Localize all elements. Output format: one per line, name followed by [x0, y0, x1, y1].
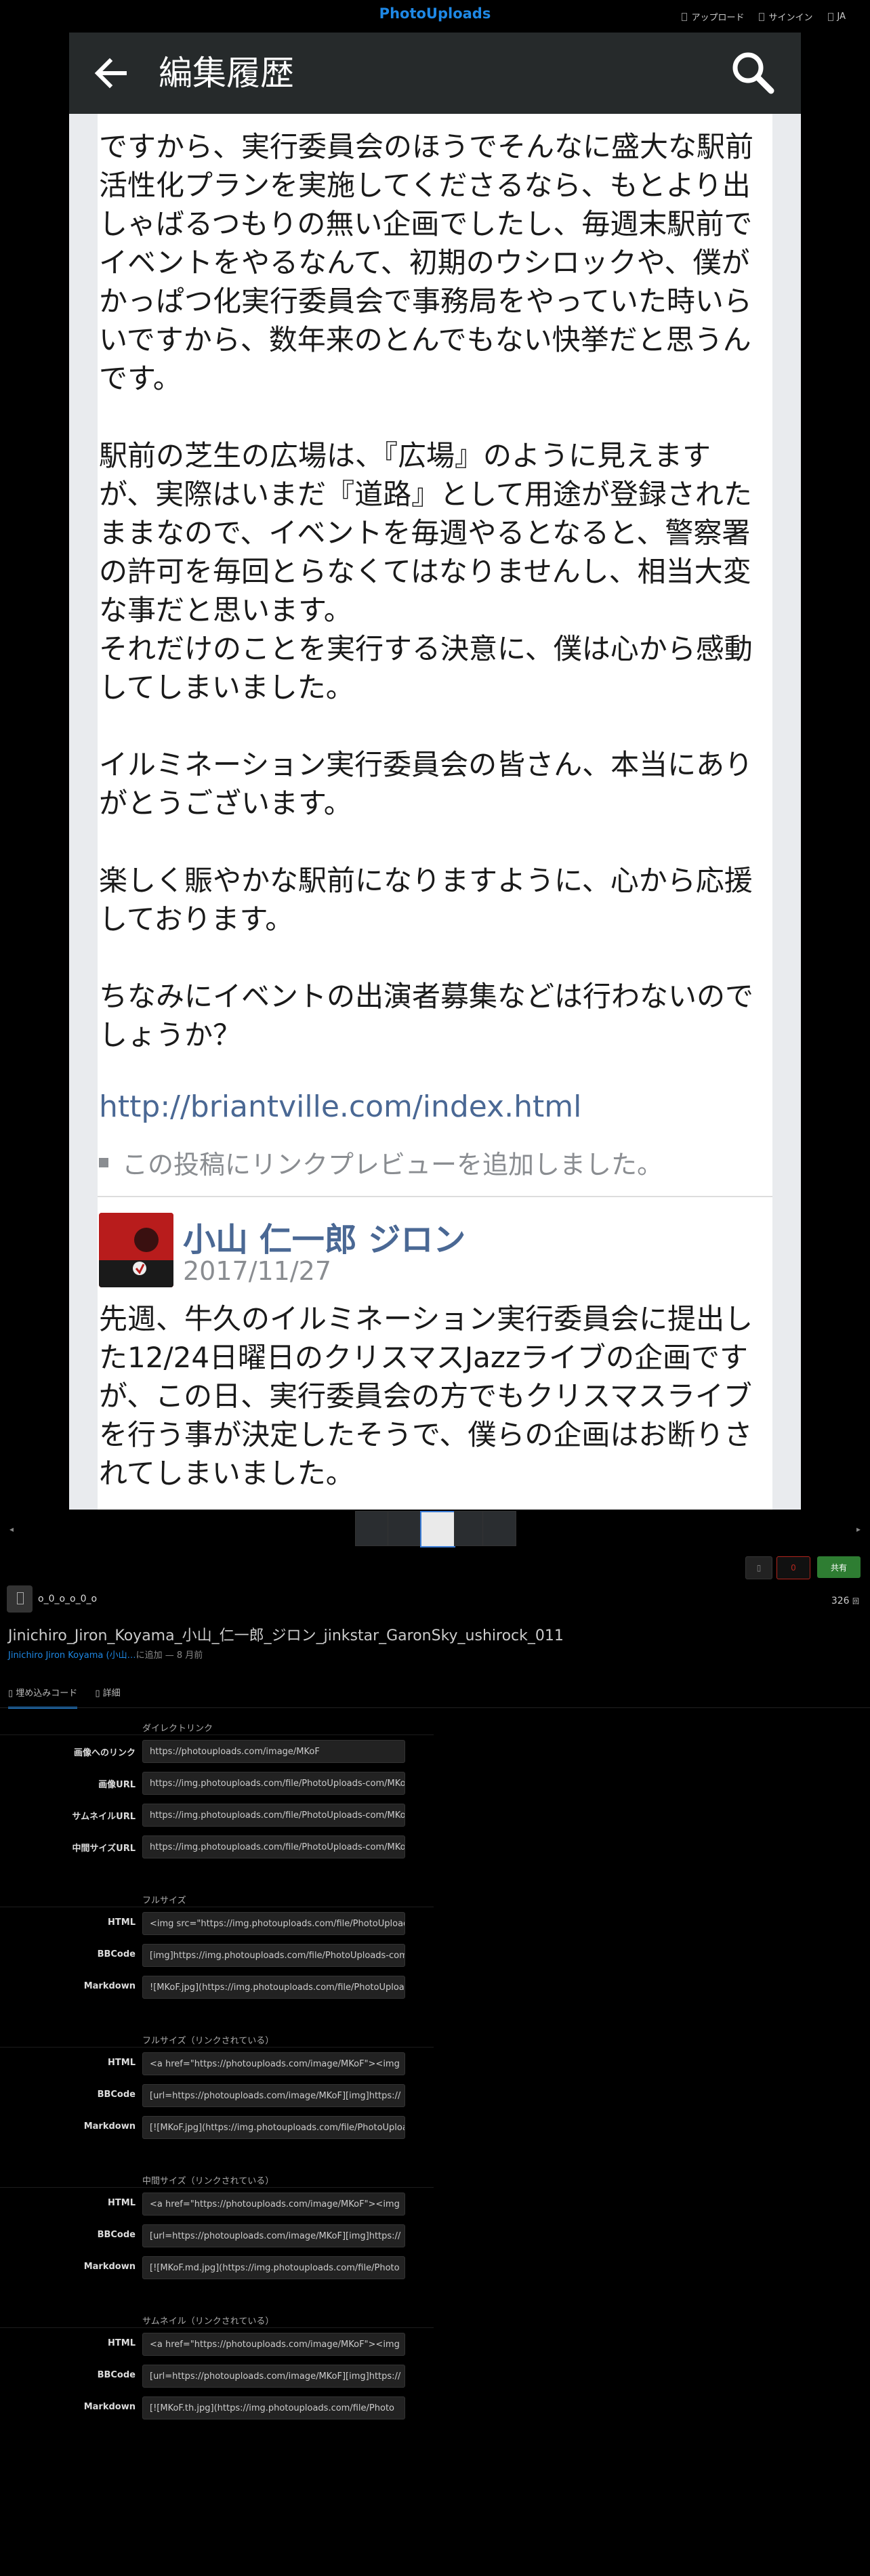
- post-text: ですから、実行委員会のほうでそんなに盛大な駅前活性化プランを実施してくださるなら…: [99, 130, 754, 1052]
- section-divider: [0, 1734, 434, 1735]
- upload-icon: [682, 12, 688, 21]
- embed-code-field[interactable]: [![MKoF.th.jpg](https://img.photouploads…: [142, 2396, 405, 2419]
- app-header: 編集履歴: [69, 33, 801, 114]
- embed-row-label: Markdown: [83, 1981, 136, 1991]
- section-divider: [0, 2047, 434, 2048]
- section-label: フルサイズ: [142, 1896, 186, 1906]
- added-info: Jinichiro Jiron Koyama (小山…に追加 — 8 月前: [8, 1648, 203, 1661]
- embed-code-field[interactable]: [url=https://photouploads.com/image/MKoF…: [142, 2224, 405, 2247]
- section-label: フルサイズ（リンクされている）: [142, 2036, 274, 2046]
- photo-viewer[interactable]: 編集履歴 ですから、実行委員会のほうでそんなに盛大な駅前活性化プランを実施してく…: [69, 33, 801, 1510]
- embed-code-field[interactable]: [url=https://photouploads.com/image/MKoF…: [142, 2084, 405, 2107]
- embed-row-label: HTML: [108, 2338, 136, 2348]
- avatar: [99, 1213, 173, 1287]
- thumbnail[interactable]: [482, 1511, 516, 1546]
- image-title: Jinichiro_Jiron_Koyama_小山_仁一郎_ジロン_jinkst…: [8, 1627, 564, 1644]
- embed-row-label: 画像へのリンク: [73, 1748, 136, 1758]
- search-icon: [732, 52, 774, 94]
- nav-signin[interactable]: サインイン: [759, 10, 813, 23]
- embed-code-field[interactable]: <a href="https://photouploads.com/image/…: [142, 2333, 405, 2356]
- tab-bar: ▯ 埋め込みコード ▯ 詳細: [8, 1683, 121, 1709]
- app-title: 編集履歴: [159, 54, 294, 93]
- back-arrow-icon: [94, 58, 127, 89]
- embed-code-field[interactable]: <a href="https://photouploads.com/image/…: [142, 2052, 405, 2075]
- like-count: 0: [791, 1563, 796, 1573]
- embed-row-label: Markdown: [83, 2121, 136, 2132]
- embed-code-field[interactable]: https://img.photouploads.com/file/PhotoU…: [142, 1835, 405, 1858]
- embed-code-field[interactable]: [![MKoF.jpg](https://img.photouploads.co…: [142, 2116, 405, 2139]
- avatar-image: [99, 1213, 173, 1287]
- section-divider: [0, 2187, 434, 2188]
- top-nav: アップロード サインイン JA: [682, 10, 846, 23]
- embed-code-field[interactable]: https://img.photouploads.com/file/PhotoU…: [142, 1804, 405, 1827]
- share-label: 共有: [830, 1562, 847, 1573]
- embed-row-label: サムネイルURL: [72, 1812, 136, 1822]
- embed-code-field[interactable]: <a href="https://photouploads.com/image/…: [142, 2193, 405, 2216]
- embed-row-label: 画像URL: [98, 1780, 136, 1790]
- prev-arrow-icon[interactable]: ◂: [9, 1524, 14, 1534]
- added-time: に追加 — 8 月前: [136, 1650, 203, 1661]
- embed-code-field[interactable]: ![MKoF.jpg](https://img.photouploads.com…: [142, 1976, 405, 1999]
- embed-row-label: BBCode: [97, 2370, 136, 2380]
- user-icon: [759, 12, 765, 21]
- view-count: 326 回: [831, 1596, 859, 1606]
- embed-row-label: Markdown: [83, 2262, 136, 2272]
- language-icon: [827, 12, 833, 21]
- embed-row-label: 中間サイズURL: [72, 1844, 136, 1854]
- username[interactable]: o_0_o_o_0_o: [38, 1594, 97, 1604]
- embed-code-field[interactable]: [img]https://img.photouploads.com/file/P…: [142, 1944, 405, 1967]
- bullet-icon: [99, 1157, 108, 1167]
- nav-upload[interactable]: アップロード: [682, 10, 744, 23]
- comment-date: 2017/11/27: [183, 1256, 332, 1286]
- embed-code-field[interactable]: https://img.photouploads.com/file/PhotoU…: [142, 1772, 405, 1795]
- embed-code-field[interactable]: [![MKoF.md.jpg](https://img.photouploads…: [142, 2256, 405, 2279]
- embed-code-field[interactable]: <img src="https://img.photouploads.com/f…: [142, 1912, 405, 1935]
- preview-note-text: この投稿にリンクプレビューを追加しました。: [122, 1150, 663, 1180]
- tab-embed-codes[interactable]: ▯ 埋め込みコード: [8, 1683, 78, 1709]
- post-link: http://briantville.com/index.html: [99, 1089, 582, 1124]
- user-avatar-icon[interactable]: [7, 1585, 33, 1613]
- section-label: 中間サイズ（リンクされている）: [142, 2176, 274, 2186]
- embed-row-label: HTML: [108, 1917, 136, 1928]
- share-button[interactable]: 共有: [817, 1556, 861, 1578]
- top-bar: PhotoUploads アップロード サインイン JA: [0, 0, 870, 33]
- tab-details[interactable]: ▯ 詳細: [95, 1683, 120, 1709]
- embed-row-label: HTML: [108, 2058, 136, 2068]
- like-button[interactable]: 0: [776, 1556, 810, 1579]
- embed-row-label: BBCode: [97, 1949, 136, 1959]
- slideshow-button[interactable]: ▯: [745, 1556, 772, 1579]
- next-arrow-icon[interactable]: ▸: [856, 1524, 861, 1534]
- album-link[interactable]: Jinichiro Jiron Koyama (小山…: [8, 1650, 136, 1661]
- embed-row-label: BBCode: [97, 2230, 136, 2240]
- thumbnail[interactable]: [388, 1511, 421, 1546]
- embed-code-field[interactable]: [url=https://photouploads.com/image/MKoF…: [142, 2365, 405, 2388]
- comment-author: 小山 仁一郎 ジロン: [183, 1221, 466, 1259]
- section-divider: [0, 2327, 434, 2328]
- link-preview-note: この投稿にリンクプレビューを追加しました。: [99, 1144, 663, 1181]
- embed-row-label: Markdown: [83, 2402, 136, 2412]
- divider: [98, 1196, 772, 1197]
- comment-text: 先週、牛久のイルミネーション実行委員会に提出した12/24日曜日のクリスマスJa…: [99, 1302, 753, 1490]
- thumbnail[interactable]: [355, 1511, 389, 1546]
- nav-language[interactable]: JA: [827, 10, 846, 23]
- embed-code-field[interactable]: https://photouploads.com/image/MKoF: [142, 1740, 405, 1763]
- tab-underline: [0, 1707, 870, 1708]
- embed-row-label: HTML: [108, 2198, 136, 2208]
- embed-row-label: BBCode: [97, 2090, 136, 2100]
- section-label: ダイレクトリンク: [142, 1724, 213, 1734]
- section-label: サムネイル（リンクされている）: [142, 2317, 274, 2327]
- thumbnail-current[interactable]: [420, 1511, 455, 1547]
